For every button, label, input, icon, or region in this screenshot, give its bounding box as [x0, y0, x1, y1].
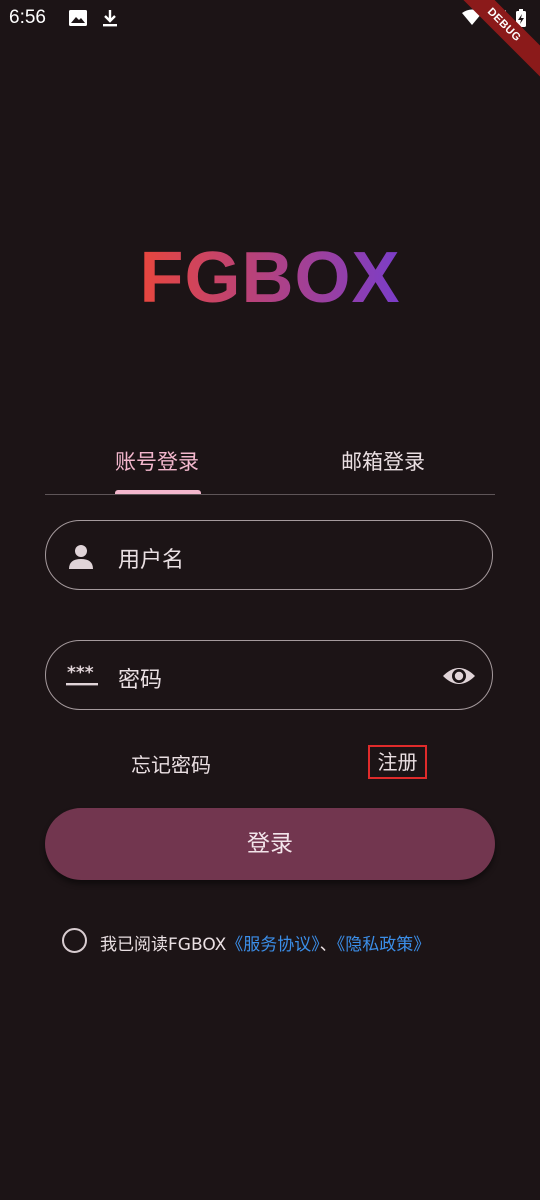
status-bar: 6:56 DEBUG [0, 0, 540, 83]
download-icon [100, 8, 120, 32]
status-time: 6:56 [9, 7, 46, 28]
forgot-password-link[interactable]: 忘记密码 [131, 749, 211, 778]
svg-text:***: *** [67, 663, 94, 683]
logo-text: FGBOX [140, 238, 400, 316]
login-button[interactable]: 登录 [45, 808, 495, 880]
agreement-prefix: 我已阅读FGBOX [100, 935, 227, 955]
privacy-policy-link[interactable]: 《隐私政策》 [337, 935, 431, 955]
auxiliary-links: 忘记密码 注册 [0, 745, 540, 781]
app-logo: FGBOX [0, 236, 540, 332]
password-field[interactable]: *** 密码 [45, 640, 493, 710]
register-link[interactable]: 注册 [368, 745, 427, 779]
username-placeholder: 用户名 [118, 548, 185, 573]
agreement-radio[interactable] [62, 928, 87, 953]
tab-divider [45, 494, 495, 495]
service-terms-link[interactable]: 《服务协议》 [226, 935, 320, 955]
password-placeholder: 密码 [118, 668, 163, 693]
image-icon [68, 8, 88, 32]
password-icon: *** [66, 663, 100, 695]
username-field[interactable]: 用户名 [45, 520, 493, 590]
agreement-separator: 、 [319, 935, 337, 955]
tab-account-login[interactable]: 账号登录 [115, 446, 199, 476]
tab-email-login[interactable]: 邮箱登录 [341, 446, 425, 476]
agreement-row: 我已阅读FGBOX《服务协议》、《隐私政策》 [60, 925, 500, 957]
agreement-text: 我已阅读FGBOX《服务协议》、《隐私政策》 [100, 930, 430, 955]
eye-icon[interactable] [442, 661, 476, 695]
person-icon [66, 543, 96, 575]
login-tabs: 账号登录 邮箱登录 [45, 430, 495, 496]
